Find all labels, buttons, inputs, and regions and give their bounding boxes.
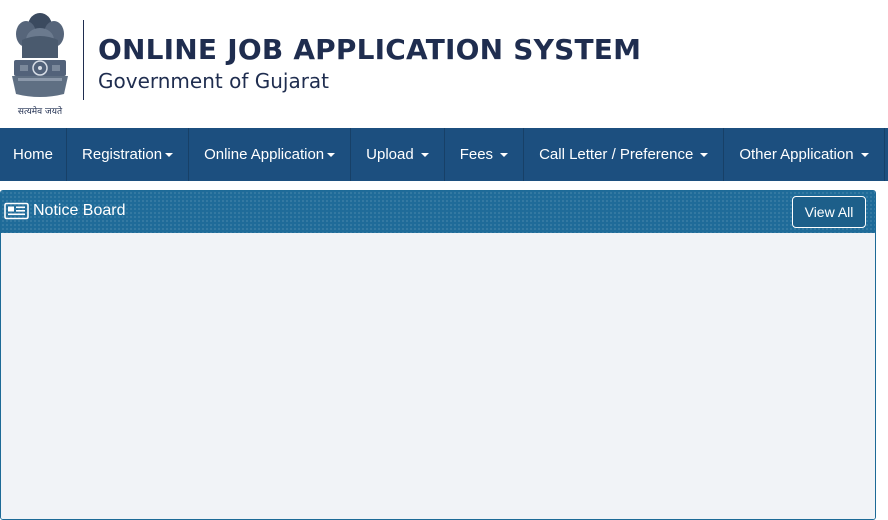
header-divider — [83, 20, 84, 100]
nav-other-application[interactable]: Other Application — [724, 128, 885, 181]
notice-board-content — [1, 233, 875, 519]
nav-fees[interactable]: Fees — [445, 128, 525, 181]
caret-down-icon — [500, 152, 509, 157]
nav-registration-label: Registration — [82, 146, 163, 163]
nav-upload[interactable]: Upload — [351, 128, 445, 181]
nav-call-letter[interactable]: Call Letter / Preference — [524, 128, 725, 181]
view-all-button[interactable]: View All — [792, 196, 866, 228]
caret-down-icon — [420, 152, 429, 157]
nav-fees-label: Fees — [459, 146, 494, 163]
emblem-motto: सत्यमेव जयते — [17, 107, 63, 117]
main-navbar: Home Registration Online Application Upl… — [0, 128, 888, 181]
state-emblem: सत्यमेव जयते — [8, 10, 72, 118]
nav-home[interactable]: Home — [0, 128, 68, 181]
nav-registration[interactable]: Registration — [67, 128, 190, 181]
page-subtitle: Government of Gujarat — [98, 69, 330, 93]
page-title: ONLINE JOB APPLICATION SYSTEM — [98, 33, 642, 66]
caret-down-icon — [700, 152, 709, 157]
newspaper-icon — [4, 202, 29, 220]
nav-online-application-label: Online Application — [204, 146, 325, 163]
notice-board-title: Notice Board — [33, 202, 126, 219]
nav-upload-label: Upload — [366, 146, 414, 163]
caret-down-icon — [860, 152, 869, 157]
nav-online-application[interactable]: Online Application — [189, 128, 352, 181]
notice-board-panel: Notice Board View All — [0, 190, 876, 520]
nav-other-application-label: Other Application — [739, 146, 854, 163]
caret-down-icon — [327, 152, 336, 157]
nav-home-label: Home — [13, 146, 54, 163]
caret-down-icon — [165, 152, 174, 157]
nav-call-letter-label: Call Letter / Preference — [539, 146, 694, 163]
notice-board-header: Notice Board View All — [1, 191, 875, 233]
ashoka-emblem-icon — [12, 13, 68, 97]
site-header: सत्यमेव जयते ONLINE JOB APPLICATION SYST… — [0, 0, 888, 128]
